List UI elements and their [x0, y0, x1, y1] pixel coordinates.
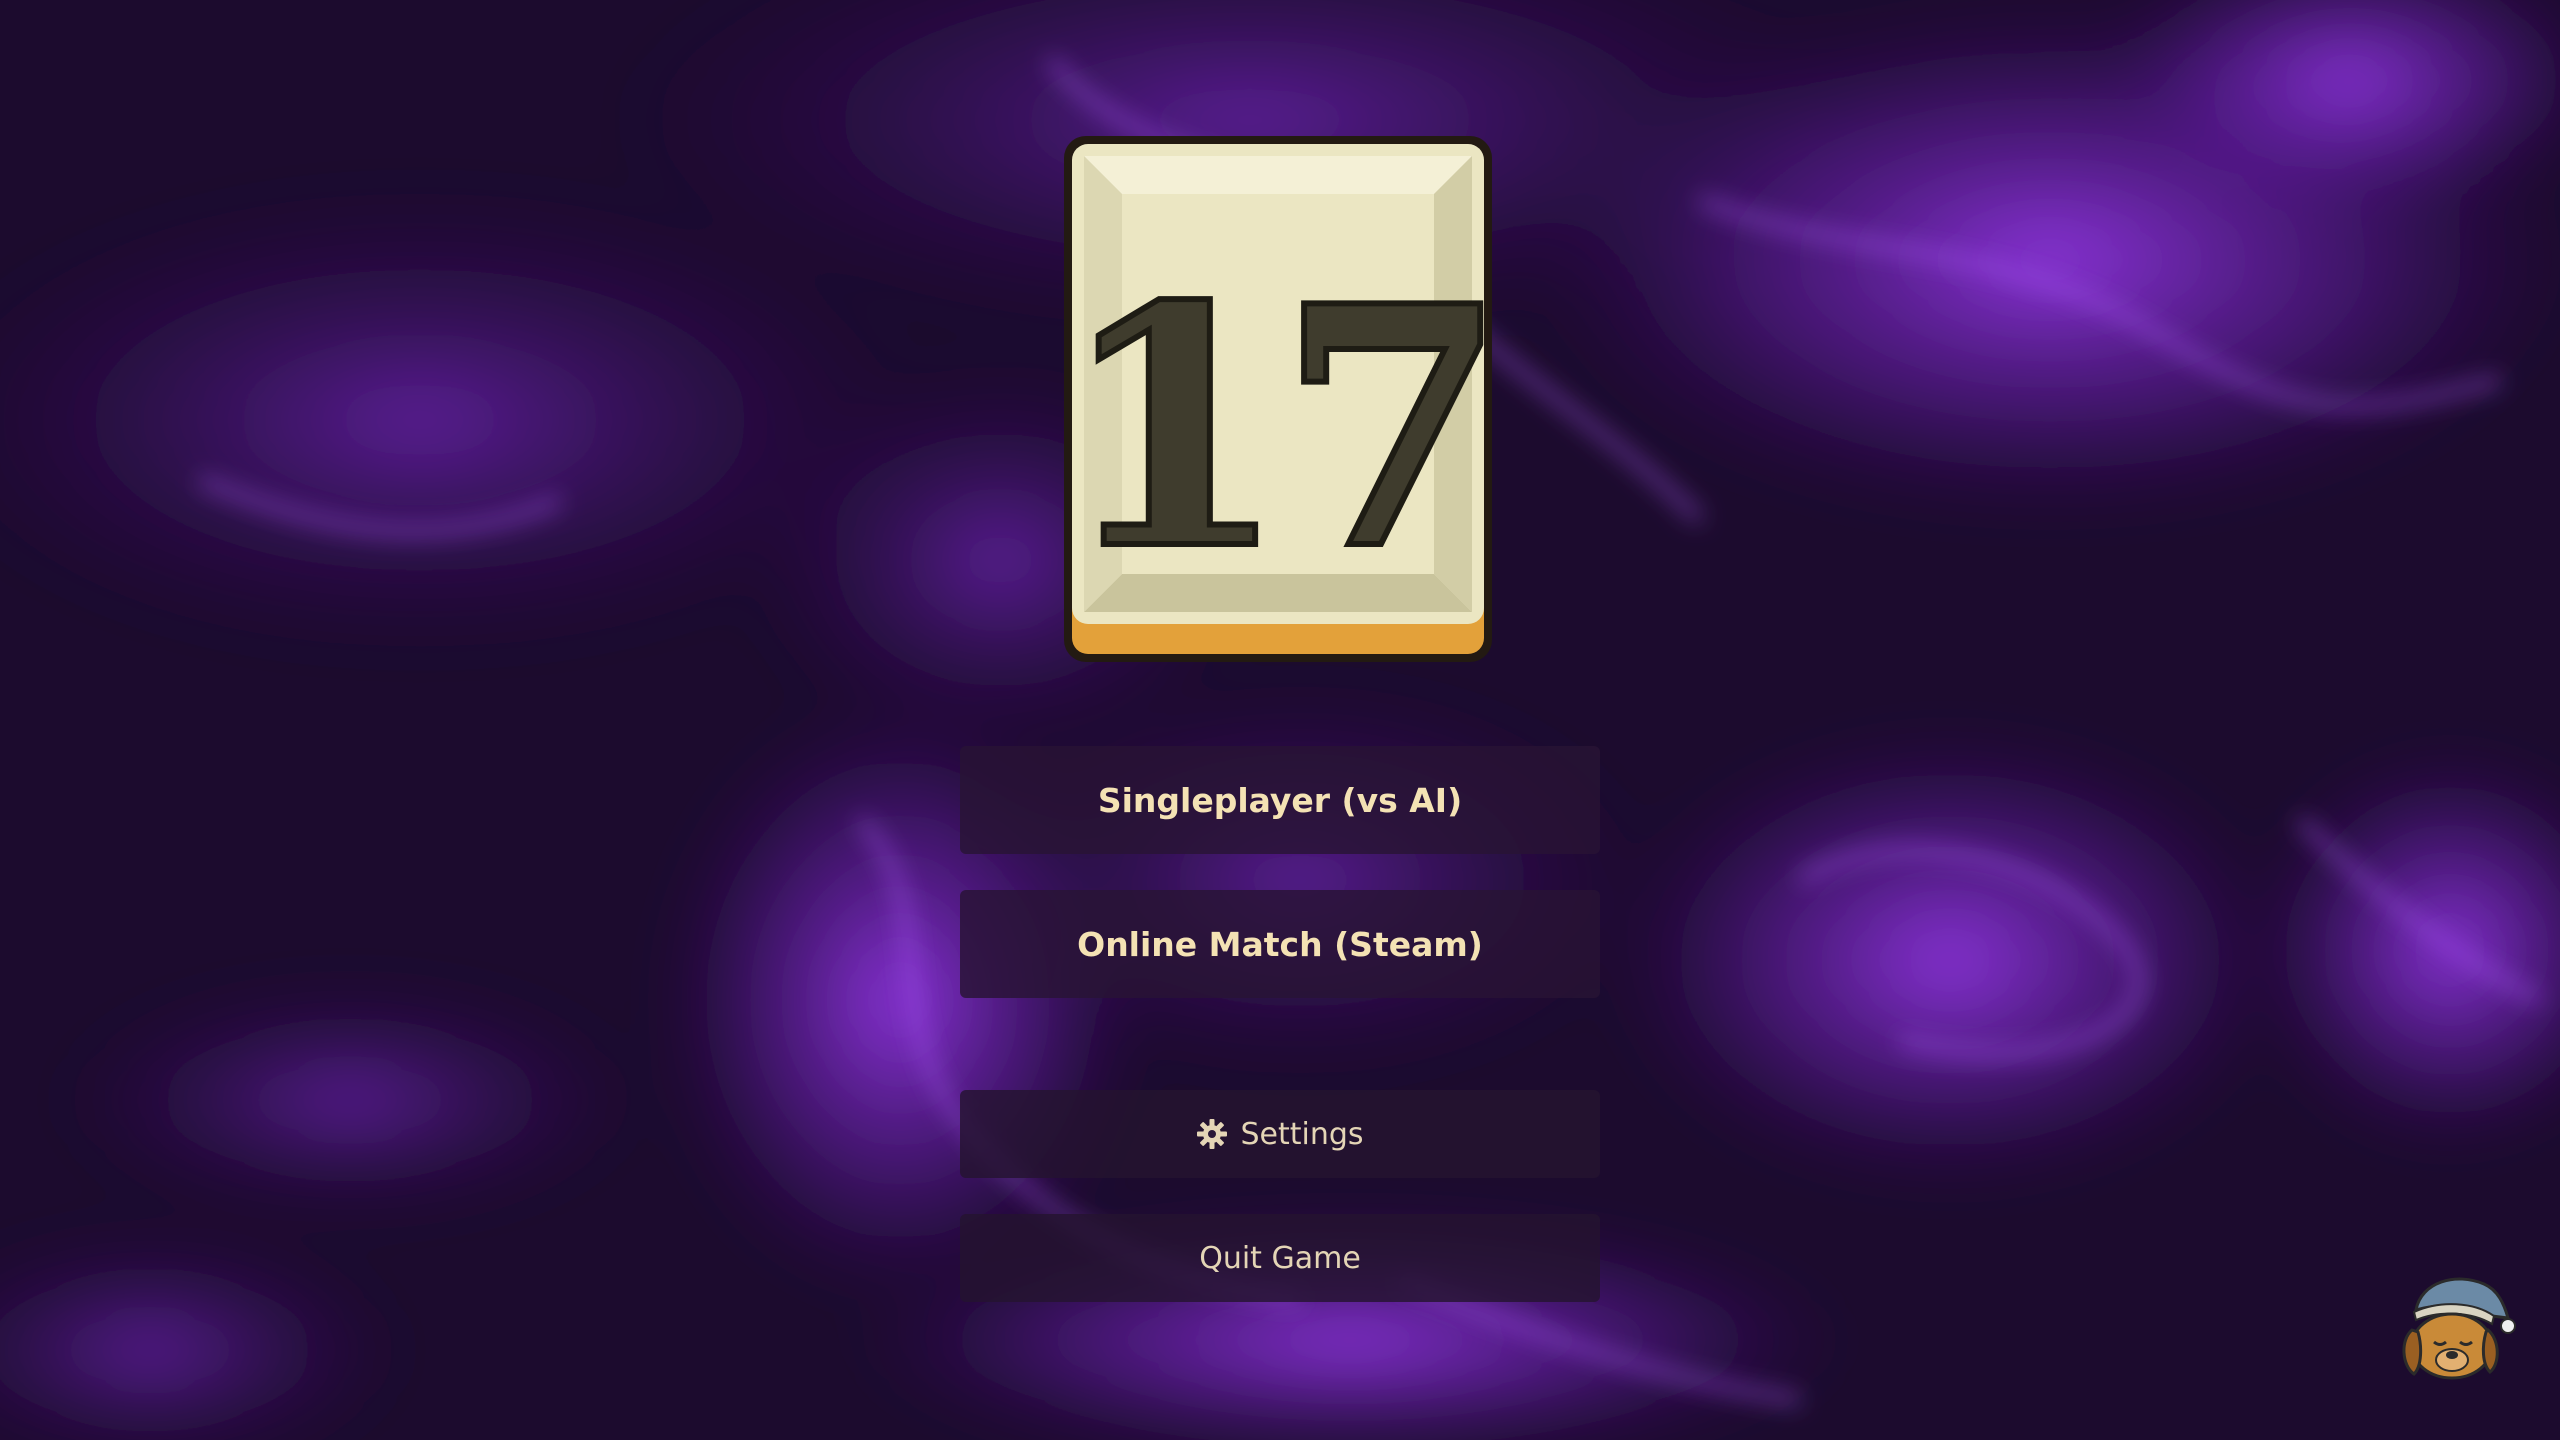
sleepy-dog-icon [2396, 1270, 2516, 1382]
singleplayer-label: Singleplayer (vs AI) [1097, 780, 1463, 820]
online-match-label: Online Match (Steam) [1077, 924, 1483, 964]
gear-icon [1196, 1118, 1228, 1150]
main-menu: Singleplayer (vs AI) Online Match (Steam… [960, 746, 1600, 1306]
logo-number: 17 [1062, 234, 1494, 622]
logo-tile-graphic: 17 [1062, 136, 1494, 662]
singleplayer-button[interactable]: Singleplayer (vs AI) [960, 746, 1600, 854]
settings-label: Settings [1240, 1116, 1364, 1152]
main-menu-screen: 17 Singleplayer (vs AI) Online Match (St… [0, 0, 2560, 1440]
online-match-button[interactable]: Online Match (Steam) [960, 890, 1600, 998]
quit-game-button[interactable]: Quit Game [960, 1214, 1600, 1302]
game-logo-tile: 17 [1062, 134, 1494, 664]
quit-game-label: Quit Game [1199, 1240, 1361, 1276]
settings-button[interactable]: Settings [960, 1090, 1600, 1178]
